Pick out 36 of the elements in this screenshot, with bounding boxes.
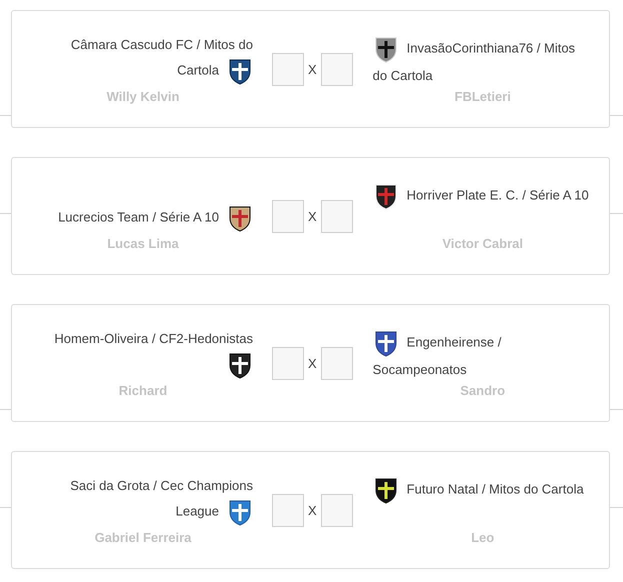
team-crest-icon (372, 35, 399, 63)
versus-label: X (307, 503, 318, 518)
owner-name: Richard (118, 382, 168, 400)
team-name: InvasãoCorinthiana76 / Mitos do Cartola (372, 35, 593, 88)
versus-label: X (307, 209, 318, 224)
score-field[interactable] (272, 200, 304, 233)
team-crest-icon (227, 498, 253, 526)
team-crest-icon (372, 329, 399, 357)
team-crest-icon (372, 476, 399, 504)
score-field[interactable] (320, 347, 353, 380)
score-field[interactable] (320, 200, 353, 233)
owner-name: Willy Kelvin (106, 88, 180, 106)
team-name: Horriver Plate E. C. / Série A 10 (372, 182, 593, 210)
team-name: Homem-Oliveira / CF2-Hedonistas (33, 326, 253, 379)
score-field[interactable] (272, 494, 304, 527)
owner-name: Leo (471, 529, 494, 547)
team-name: Futuro Natal / Mitos do Cartola (372, 476, 593, 504)
score-field[interactable] (272, 53, 304, 86)
versus-label: X (307, 62, 318, 77)
owner-name: Lucas Lima (107, 235, 179, 253)
team-name: Saci da Grota / Cec Champions League (33, 473, 253, 526)
team-crest-icon (227, 57, 253, 85)
owner-name: Sandro (460, 382, 506, 400)
owner-name: Gabriel Ferreira (94, 529, 192, 547)
team-crest-icon (227, 351, 253, 379)
score-field[interactable] (320, 494, 353, 527)
score-field[interactable] (272, 347, 304, 380)
team-name: Lucrecios Team / Série A 10 (33, 204, 253, 232)
team-name: Câmara Cascudo FC / Mitos do Cartola (33, 32, 253, 85)
owner-name: FBLetieri (454, 88, 511, 106)
versus-label: X (307, 356, 318, 371)
team-crest-icon (227, 204, 253, 232)
team-crest-icon (372, 182, 399, 210)
team-name: Engenheirense / Socampeonatos (372, 329, 593, 382)
score-field[interactable] (320, 53, 353, 86)
owner-name: Victor Cabral (442, 235, 524, 253)
